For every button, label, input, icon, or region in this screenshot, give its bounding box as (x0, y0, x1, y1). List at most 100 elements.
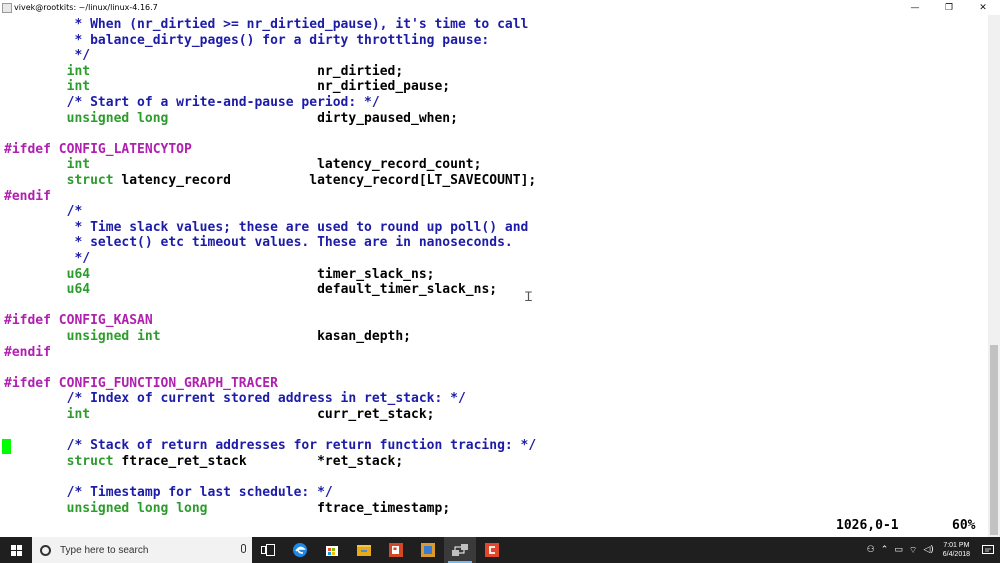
code-token-normal (4, 173, 67, 188)
show-hidden-icons-chevron-icon[interactable]: ⌃ (881, 545, 889, 555)
code-token-comment: */ (4, 48, 91, 64)
clock[interactable]: 7:01 PM 6/4/2018 (943, 541, 970, 559)
taskbar-search[interactable]: Type here to search (32, 537, 252, 563)
code-token-type: struct (66, 173, 114, 188)
code-line: */ (4, 251, 90, 266)
code-token-type: int (66, 79, 91, 95)
action-center-button[interactable] (976, 537, 1000, 563)
person-icon[interactable]: ⚇ (867, 545, 875, 555)
window-title: vivek@rootkits: ~/linux/linux-4.16.7 (14, 3, 158, 12)
cursor-position: 1026,0-1 (836, 518, 899, 533)
code-token-normal: default_timer_slack_ns; (90, 282, 498, 298)
terminal-content[interactable]: * When (nr_dirtied >= nr_dirtied_pause),… (0, 15, 988, 537)
scrollbar-thumb[interactable] (990, 345, 998, 535)
start-button[interactable] (0, 537, 32, 563)
store-button[interactable] (316, 537, 348, 563)
code-token-normal (4, 407, 67, 422)
code-token-normal: latency_record_count; (90, 157, 482, 173)
minimize-button[interactable]: — (898, 0, 932, 15)
code-token-comment: * When (nr_dirtied >= nr_dirtied_pause),… (4, 17, 529, 32)
code-line: struct latency_record latency_record[LT_… (4, 173, 537, 188)
terminal-app-icon (2, 2, 12, 13)
code-token-type: u64 (66, 282, 91, 298)
close-button[interactable]: ✕ (966, 0, 1000, 15)
app-button[interactable] (412, 537, 444, 563)
code-token-comment: */ (4, 251, 91, 266)
code-line: unsigned long long ftrace_timestamp; (4, 500, 451, 516)
code-token-normal (4, 64, 67, 79)
cortana-circle-icon (40, 544, 51, 556)
code-token-type: unsigned int (66, 329, 161, 344)
text-cursor-icon: Ｉ (522, 290, 536, 305)
code-token-type: int (66, 63, 91, 79)
powerpoint-button[interactable] (380, 537, 412, 563)
code-token-normal: nr_dirtied_pause; (90, 79, 451, 95)
maximize-button[interactable]: ❐ (932, 0, 966, 15)
code-line: #endif (4, 345, 51, 360)
code-line: /* Timestamp for last schedule: */ (4, 485, 333, 500)
code-line: int latency_record_count; (4, 157, 482, 173)
code-token-pre: #ifdef CONFIG_LATENCYTOP (4, 141, 192, 157)
network-icon[interactable]: ⌔ (909, 545, 917, 556)
code-token-comment: /* Index of current stored address in re… (4, 391, 466, 407)
code-token-comment: * select() etc timeout values. These are… (4, 235, 513, 251)
battery-icon[interactable]: ▭ (894, 545, 903, 555)
code-line: #ifdef CONFIG_KASAN (4, 313, 153, 328)
code-token-normal (4, 282, 67, 297)
task-view-icon (261, 544, 275, 556)
code-token-pre: #ifdef CONFIG_FUNCTION_GRAPH_TRACER (4, 375, 278, 391)
code-line: /* (4, 204, 83, 219)
volume-icon[interactable]: ◁) (923, 545, 933, 555)
terminal-window[interactable]: vivek@rootkits: ~/linux/linux-4.16.7 — ❐… (0, 0, 1000, 537)
code-line: * Time slack values; these are used to r… (4, 220, 528, 235)
file-explorer-icon (357, 545, 371, 556)
red-app-button[interactable] (476, 537, 508, 563)
window-controls: — ❐ ✕ (898, 0, 1000, 15)
code-token-normal (4, 157, 67, 172)
powerpoint-icon (389, 543, 403, 557)
network-terminal-icon (452, 544, 468, 556)
code-line: /* Start of a write-and-pause period: */ (4, 95, 380, 110)
code-line: * select() etc timeout values. These are… (4, 235, 513, 251)
edge-icon (293, 543, 307, 557)
taskbar: Type here to search ⚇ ⌃ ▭ ⌔ ◁) 7:01 PM 6… (0, 537, 1000, 563)
code-token-normal: latency_record latency_record[LT_SAVECOU… (113, 173, 537, 188)
code-token-normal (4, 454, 67, 469)
code-line: * When (nr_dirtied >= nr_dirtied_pause),… (4, 17, 528, 32)
code-line: */ (4, 48, 90, 63)
code-token-normal (4, 267, 67, 282)
code-token-normal: ftrace_ret_stack *ret_stack; (113, 453, 404, 469)
code-token-type: unsigned long long (66, 500, 208, 516)
code-token-normal: nr_dirtied; (90, 63, 404, 79)
code-token-normal: kasan_depth; (160, 329, 411, 344)
code-token-pre: #endif (4, 188, 51, 204)
edge-button[interactable] (284, 537, 316, 563)
code-line: #ifdef CONFIG_LATENCYTOP (4, 142, 192, 157)
title-bar[interactable]: vivek@rootkits: ~/linux/linux-4.16.7 — ❐… (0, 0, 1000, 15)
red-app-icon (485, 543, 499, 557)
code-line: unsigned int kasan_depth; (4, 329, 411, 344)
code-token-normal (4, 111, 67, 126)
code-line: /* Stack of return addresses for return … (4, 438, 537, 453)
code-line: u64 timer_slack_ns; (4, 267, 435, 282)
vertical-scrollbar[interactable] (988, 15, 1000, 537)
code-line: int nr_dirtied; (4, 63, 404, 79)
code-line: #ifdef CONFIG_FUNCTION_GRAPH_TRACER (4, 376, 278, 391)
code-line: int curr_ret_stack; (4, 407, 435, 422)
microphone-icon[interactable] (241, 544, 246, 553)
code-line: u64 default_timer_slack_ns; (4, 282, 497, 297)
code-token-comment: * balance_dirty_pages() for a dirty thro… (4, 32, 490, 48)
windows-logo-icon (10, 544, 22, 556)
app-icon (421, 543, 435, 557)
code-line: * balance_dirty_pages() for a dirty thro… (4, 33, 489, 48)
code-line: unsigned long dirty_paused_when; (4, 111, 458, 126)
task-view-button[interactable] (252, 537, 284, 563)
code-line: struct ftrace_ret_stack *ret_stack; (4, 453, 404, 469)
code-token-pre: #ifdef CONFIG_KASAN (4, 313, 153, 329)
file-explorer-button[interactable] (348, 537, 380, 563)
network-terminal-button[interactable] (444, 537, 476, 563)
code-token-normal (4, 501, 67, 516)
code-line: /* Index of current stored address in re… (4, 391, 466, 406)
code-token-type: struct (66, 453, 114, 469)
scroll-percent: 60% (952, 518, 976, 533)
